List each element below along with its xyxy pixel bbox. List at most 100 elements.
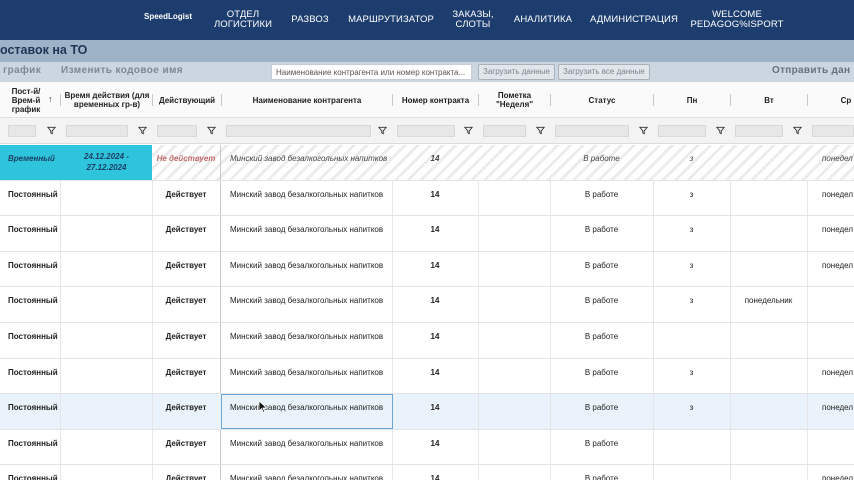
cell-status[interactable]: В работе (550, 323, 653, 358)
cell-status[interactable]: В работе (550, 252, 653, 287)
filter-icon[interactable] (207, 126, 216, 135)
column-header-schedule-type[interactable]: Пост-й/ Врем-й график (0, 82, 52, 118)
cell-status[interactable]: В работе (550, 359, 653, 394)
filter-icon[interactable] (138, 126, 147, 135)
column-header-status[interactable]: Статус (551, 82, 653, 118)
cell-week-mark[interactable] (478, 430, 550, 465)
filter-input-monday[interactable] (658, 125, 706, 137)
filter-input-wednesday[interactable] (812, 125, 854, 137)
cell-status[interactable]: В работе (550, 216, 653, 251)
cell-contractor[interactable]: Минский завод безалкогольных напитков (221, 216, 392, 251)
cell-contract[interactable]: 14 (392, 181, 478, 216)
filter-icon[interactable] (639, 126, 648, 135)
table-row[interactable]: Временный 24.12.2024 - 27.12.2024 Не дей… (0, 145, 854, 181)
cell-schedule-type[interactable]: Постоянный (0, 359, 61, 394)
cell-period[interactable] (61, 323, 152, 358)
cell-contractor[interactable]: Минский завод безалкогольных напитков (221, 145, 392, 180)
table-row-selected[interactable]: Постоянный Действует Минский завод безал… (0, 394, 854, 430)
cell-period[interactable]: 24.12.2024 - 27.12.2024 (61, 145, 152, 180)
nav-user-welcome[interactable]: WELCOME PEDAGOG%ISPORT (690, 0, 784, 40)
cell-contract[interactable]: 14 (392, 216, 478, 251)
cell-period[interactable] (61, 430, 152, 465)
cell-contract[interactable]: 14 (392, 287, 478, 322)
filter-input-week-mark[interactable] (483, 125, 526, 137)
cell-monday[interactable]: з (653, 181, 730, 216)
filter-input-contractor[interactable] (226, 125, 371, 137)
cell-active[interactable]: Действует (152, 216, 220, 251)
column-header-contractor[interactable]: Наименование контрагента (222, 82, 392, 118)
cell-tuesday[interactable] (730, 394, 807, 429)
cell-week-mark[interactable] (478, 181, 550, 216)
filter-input-active[interactable] (157, 125, 197, 137)
column-header-contract[interactable]: Номер контракта (393, 82, 478, 118)
cell-active[interactable]: Действует (152, 252, 220, 287)
cell-contract[interactable]: 14 (392, 465, 478, 480)
cell-monday[interactable]: з (653, 287, 730, 322)
cell-week-mark[interactable] (478, 252, 550, 287)
cell-status[interactable]: В работе (550, 145, 653, 180)
load-all-data-button[interactable]: Загрузить все данные (558, 64, 650, 80)
cell-week-mark[interactable] (478, 359, 550, 394)
cell-wednesday[interactable] (807, 287, 854, 322)
filter-input-period[interactable] (66, 125, 128, 137)
cell-wednesday[interactable]: понедел (807, 252, 854, 287)
column-header-active[interactable]: Действующий (153, 82, 221, 118)
cell-monday[interactable] (653, 323, 730, 358)
cell-contract[interactable]: 14 (392, 323, 478, 358)
column-separator[interactable] (60, 94, 61, 106)
cell-wednesday[interactable]: понедел (807, 359, 854, 394)
cell-wednesday[interactable]: понедел (807, 181, 854, 216)
cell-contract[interactable]: 14 (392, 252, 478, 287)
cell-tuesday[interactable] (730, 465, 807, 480)
cell-status[interactable]: В работе (550, 287, 653, 322)
cell-tuesday[interactable] (730, 323, 807, 358)
filter-icon[interactable] (536, 126, 545, 135)
cell-schedule-type[interactable]: Временный (0, 145, 61, 180)
cell-period[interactable] (61, 359, 152, 394)
nav-administration[interactable]: АДМИНИСТРАЦИЯ (588, 0, 680, 40)
cell-week-mark[interactable] (478, 287, 550, 322)
cell-contract[interactable]: 14 (392, 430, 478, 465)
cell-schedule-type[interactable]: Постоянный (0, 394, 61, 429)
cell-monday[interactable]: з (653, 394, 730, 429)
table-row[interactable]: Постоянный Действует Минский завод безал… (0, 216, 854, 252)
cell-week-mark[interactable] (478, 394, 550, 429)
cell-schedule-type[interactable]: Постоянный (0, 430, 61, 465)
column-header-week-mark[interactable]: Пометка "Неделя" (479, 82, 550, 118)
cell-period[interactable] (61, 287, 152, 322)
cell-monday[interactable]: з (653, 145, 730, 180)
cell-contract[interactable]: 14 (392, 394, 478, 429)
cell-active[interactable]: Действует (152, 287, 220, 322)
table-row[interactable]: Постоянный Действует Минский завод безал… (0, 287, 854, 323)
cell-active[interactable]: Действует (152, 394, 220, 429)
cell-contractor[interactable]: Минский завод безалкогольных напитков (221, 430, 392, 465)
cell-week-mark[interactable] (478, 323, 550, 358)
filter-input-contract[interactable] (397, 125, 455, 137)
cell-period[interactable] (61, 394, 152, 429)
nav-orders[interactable]: ЗАКАЗЫ, СЛОТЫ (448, 0, 498, 40)
nav-analytics[interactable]: АНАЛИТИКА (510, 0, 576, 40)
cell-contractor[interactable]: Минский завод безалкогольных напитков (221, 359, 392, 394)
graph-button[interactable]: график (3, 65, 41, 76)
table-row[interactable]: Постоянный Действует Минский завод безал… (0, 180, 854, 217)
table-row[interactable]: Постоянный Действует Минский завод безал… (0, 429, 854, 466)
nav-delivery[interactable]: РАЗВОЗ (287, 0, 333, 40)
column-header-monday[interactable]: Пн (654, 82, 730, 118)
rename-code-button[interactable]: Изменить кодовое имя (61, 65, 183, 76)
brand-logo[interactable]: SpeedLogist (144, 12, 192, 21)
filter-input-tuesday[interactable] (735, 125, 783, 137)
cell-schedule-type[interactable]: Постоянный (0, 252, 61, 287)
table-row[interactable]: Постоянный Действует Минский завод безал… (0, 465, 854, 480)
cell-schedule-type[interactable]: Постоянный (0, 323, 61, 358)
filter-icon[interactable] (793, 126, 802, 135)
cell-active[interactable]: Действует (152, 465, 220, 480)
load-data-button[interactable]: Загрузить данные (478, 64, 555, 80)
cell-contract[interactable]: 14 (392, 359, 478, 394)
cell-wednesday[interactable]: понедел (807, 216, 854, 251)
cell-tuesday[interactable] (730, 359, 807, 394)
cell-contract[interactable]: 14 (392, 145, 478, 180)
cell-monday[interactable]: з (653, 216, 730, 251)
filter-icon[interactable] (716, 126, 725, 135)
cell-week-mark[interactable] (478, 216, 550, 251)
table-row[interactable]: Постоянный Действует Минский завод безал… (0, 251, 854, 288)
